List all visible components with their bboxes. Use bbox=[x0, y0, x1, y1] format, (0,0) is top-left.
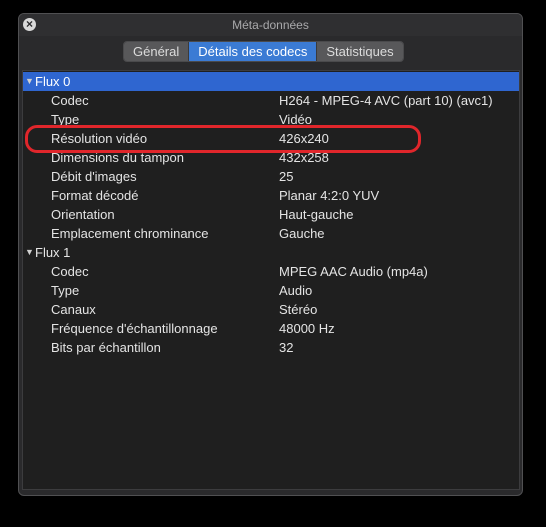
stream-label: Flux 1 bbox=[35, 245, 71, 260]
property-value: Haut-gauche bbox=[279, 207, 354, 222]
property-value: Gauche bbox=[279, 226, 325, 241]
property-value: 32 bbox=[279, 340, 294, 355]
property-key: Canaux bbox=[51, 302, 96, 317]
tab-general[interactable]: Général bbox=[124, 42, 190, 61]
property-row[interactable]: Codec H264 - MPEG-4 AVC (part 10) (avc1) bbox=[23, 91, 519, 110]
stream-label: Flux 0 bbox=[35, 74, 71, 89]
property-key: Bits par échantillon bbox=[51, 340, 161, 355]
property-value: 426x240 bbox=[279, 131, 329, 146]
property-key: Fréquence d'échantillonnage bbox=[51, 321, 218, 336]
property-row[interactable]: Résolution vidéo 426x240 bbox=[23, 129, 519, 148]
property-value: 25 bbox=[279, 169, 294, 184]
property-row[interactable]: Format décodé Planar 4:2:0 YUV bbox=[23, 186, 519, 205]
stream-1-row[interactable]: ▼ Flux 1 bbox=[23, 243, 519, 262]
tab-statistics[interactable]: Statistiques bbox=[317, 42, 403, 61]
property-value: MPEG AAC Audio (mp4a) bbox=[279, 264, 428, 279]
property-key: Type bbox=[51, 283, 80, 298]
codec-tree[interactable]: ▼ Flux 0 Codec H264 - MPEG-4 AVC (part 1… bbox=[22, 70, 520, 490]
property-key: Emplacement chrominance bbox=[51, 226, 209, 241]
property-row[interactable]: Fréquence d'échantillonnage 48000 Hz bbox=[23, 319, 519, 338]
property-key: Résolution vidéo bbox=[51, 131, 148, 146]
property-key: Codec bbox=[51, 93, 89, 108]
property-key: Type bbox=[51, 112, 80, 127]
property-value: Stéréo bbox=[279, 302, 318, 317]
property-value: Vidéo bbox=[279, 112, 313, 127]
property-row[interactable]: Emplacement chrominance Gauche bbox=[23, 224, 519, 243]
property-value: 48000 Hz bbox=[279, 321, 335, 336]
property-key: Orientation bbox=[51, 207, 115, 222]
property-key: Débit d'images bbox=[51, 169, 137, 184]
property-value: 432x258 bbox=[279, 150, 329, 165]
property-row[interactable]: Type Vidéo bbox=[23, 110, 519, 129]
property-row[interactable]: Dimensions du tampon 432x258 bbox=[23, 148, 519, 167]
property-row[interactable]: Codec MPEG AAC Audio (mp4a) bbox=[23, 262, 519, 281]
metadata-window: × Méta-données Général Détails des codec… bbox=[18, 13, 523, 496]
window-title: Méta-données bbox=[232, 18, 309, 32]
property-row[interactable]: Bits par échantillon 32 bbox=[23, 338, 519, 357]
property-key: Codec bbox=[51, 264, 89, 279]
disclosure-triangle-icon[interactable]: ▼ bbox=[25, 72, 34, 91]
property-row[interactable]: Type Audio bbox=[23, 281, 519, 300]
tab-bar: Général Détails des codecs Statistiques bbox=[123, 41, 404, 62]
stream-0-row[interactable]: ▼ Flux 0 bbox=[23, 72, 519, 91]
property-value: Planar 4:2:0 YUV bbox=[279, 188, 380, 203]
title-bar[interactable]: × Méta-données bbox=[19, 14, 522, 36]
property-key: Format décodé bbox=[51, 188, 139, 203]
property-value: Audio bbox=[279, 283, 313, 298]
tab-codec-details[interactable]: Détails des codecs bbox=[189, 42, 318, 61]
property-key: Dimensions du tampon bbox=[51, 150, 184, 165]
disclosure-triangle-icon[interactable]: ▼ bbox=[25, 243, 34, 262]
property-row[interactable]: Canaux Stéréo bbox=[23, 300, 519, 319]
property-row[interactable]: Débit d'images 25 bbox=[23, 167, 519, 186]
property-value: H264 - MPEG-4 AVC (part 10) (avc1) bbox=[279, 93, 493, 108]
property-row[interactable]: Orientation Haut-gauche bbox=[23, 205, 519, 224]
